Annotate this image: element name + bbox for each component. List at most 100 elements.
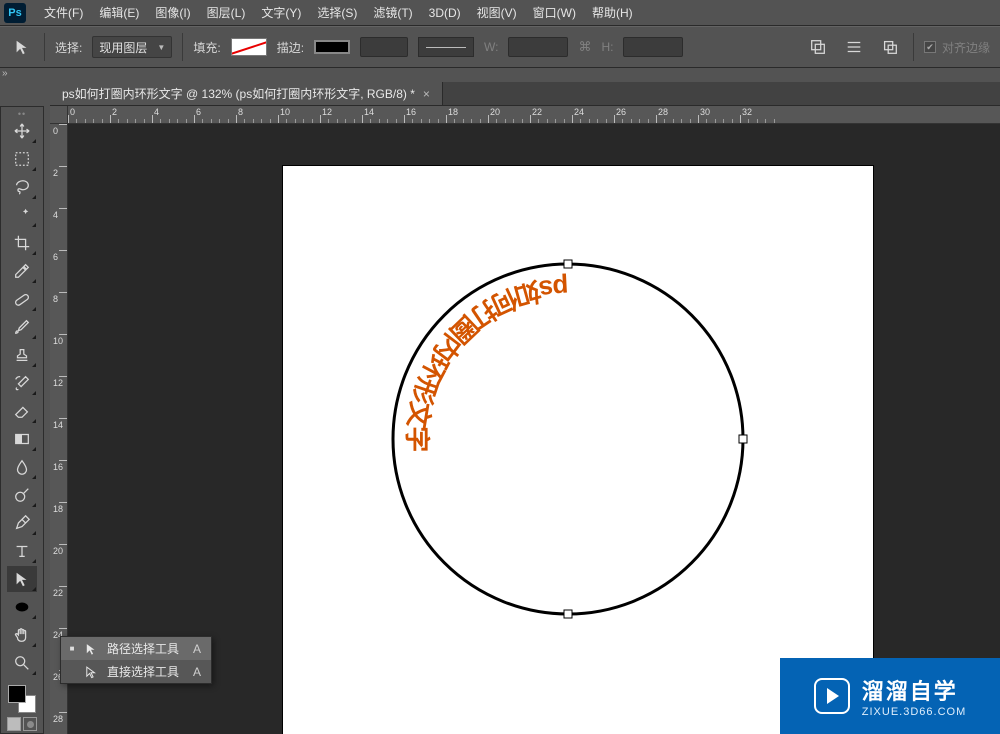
play-icon — [814, 678, 850, 714]
align-edges-label: 对齐边缘 — [942, 39, 990, 56]
height-input[interactable] — [623, 37, 683, 57]
menu-help[interactable]: 帮助(H) — [584, 1, 641, 24]
circle-path[interactable]: ps如何打圈内环形文字 — [368, 239, 768, 639]
select-scope-label: 选择: — [55, 39, 82, 56]
ellipse-icon — [13, 598, 31, 616]
standard-mode-icon[interactable] — [7, 717, 21, 731]
menu-3d[interactable]: 3D(D) — [421, 3, 469, 23]
tool-ellipse[interactable] — [7, 594, 37, 620]
tool-healing[interactable] — [7, 286, 37, 312]
path-arrangement-icon[interactable] — [877, 36, 903, 58]
stroke-width-input[interactable] — [360, 37, 408, 57]
stamp-icon — [13, 346, 31, 364]
menu-select[interactable]: 选择(S) — [309, 1, 365, 24]
quickmask-mode-icon[interactable] — [23, 717, 37, 731]
tool-path-selection[interactable] — [7, 566, 37, 592]
select-scope-dropdown[interactable]: 现用图层 ▼ — [92, 36, 172, 58]
width-input[interactable] — [508, 37, 568, 57]
tool-flyout: ■ 路径选择工具 A 直接选择工具 A — [60, 636, 212, 684]
divider — [44, 33, 45, 61]
path-operations-icon[interactable] — [805, 36, 831, 58]
tool-type[interactable] — [7, 538, 37, 564]
tool-eyedropper[interactable] — [7, 258, 37, 284]
text-on-path[interactable]: ps如何打圈内环形文字 — [402, 273, 569, 452]
foreground-swatch[interactable] — [8, 685, 26, 703]
move-icon — [13, 122, 31, 140]
tool-move[interactable] — [7, 118, 37, 144]
flyout-item-label: 直接选择工具 — [107, 663, 179, 680]
stroke-style-dropdown[interactable] — [418, 37, 474, 57]
toolbox-grabber[interactable]: •• — [1, 109, 43, 117]
flyout-item-direct-selection[interactable]: 直接选择工具 A — [61, 660, 211, 683]
anchor-bottom[interactable] — [564, 610, 572, 618]
ellipse-shape — [393, 264, 743, 614]
tool-history-brush[interactable] — [7, 370, 37, 396]
tool-zoom[interactable] — [7, 650, 37, 676]
brush-icon — [13, 318, 31, 336]
width-label: W: — [484, 40, 498, 54]
tool-magic-wand[interactable] — [7, 202, 37, 228]
fill-swatch-none[interactable] — [231, 38, 267, 56]
color-swatches[interactable] — [6, 683, 38, 713]
app-logo: Ps — [4, 3, 26, 23]
menu-view[interactable]: 视图(V) — [469, 1, 525, 24]
tool-dodge[interactable] — [7, 482, 37, 508]
document-tab[interactable]: ps如何打圈内环形文字 @ 132% (ps如何打圈内环形文字, RGB/8) … — [50, 82, 443, 105]
marquee-icon — [13, 150, 31, 168]
pen-icon — [13, 514, 31, 532]
eraser-icon — [13, 402, 31, 420]
ruler-origin[interactable] — [50, 106, 68, 124]
lasso-icon — [13, 178, 31, 196]
path-alignment-icon[interactable] — [841, 36, 867, 58]
anchor-right[interactable] — [739, 435, 747, 443]
tool-stamp[interactable] — [7, 342, 37, 368]
stroke-label: 描边: — [277, 39, 304, 56]
watermark-url: ZIXUE.3D66.COM — [862, 706, 966, 718]
quickmask-row — [7, 717, 37, 731]
magic-wand-icon — [13, 206, 31, 224]
flyout-item-path-selection[interactable]: ■ 路径选择工具 A — [61, 637, 211, 660]
menu-type[interactable]: 文字(Y) — [253, 1, 309, 24]
tool-lasso[interactable] — [7, 174, 37, 200]
toolbox: •• — [0, 106, 44, 734]
watermark: 溜溜自学 ZIXUE.3D66.COM — [780, 658, 1000, 734]
divider — [913, 33, 914, 61]
flyout-item-label: 路径选择工具 — [107, 640, 179, 657]
current-tool-icon[interactable] — [10, 35, 34, 59]
dock-expander-icon[interactable]: » — [2, 68, 14, 80]
tool-gradient[interactable] — [7, 426, 37, 452]
anchor-top[interactable] — [564, 260, 572, 268]
type-icon — [13, 542, 31, 560]
tool-brush[interactable] — [7, 314, 37, 340]
menu-edit[interactable]: 编辑(E) — [91, 1, 147, 24]
watermark-title: 溜溜自学 — [862, 674, 958, 706]
menu-filter[interactable]: 滤镜(T) — [365, 1, 420, 24]
history-brush-icon — [13, 374, 31, 392]
link-wh-icon[interactable]: ⌘ — [578, 39, 591, 55]
align-edges-checkbox[interactable]: ✔ — [924, 41, 936, 53]
tool-eraser[interactable] — [7, 398, 37, 424]
flyout-item-shortcut: A — [193, 665, 201, 679]
gradient-icon — [13, 430, 31, 448]
bandage-icon — [13, 290, 31, 308]
chevron-down-icon: ▼ — [157, 43, 165, 52]
tool-blur[interactable] — [7, 454, 37, 480]
close-tab-icon[interactable]: × — [423, 87, 430, 101]
zoom-icon — [13, 654, 31, 672]
tool-hand[interactable] — [7, 622, 37, 648]
eyedropper-icon — [13, 262, 31, 280]
document-tabstrip: ps如何打圈内环形文字 @ 132% (ps如何打圈内环形文字, RGB/8) … — [50, 82, 1000, 106]
menu-file[interactable]: 文件(F) — [36, 1, 91, 24]
stroke-swatch[interactable] — [314, 40, 350, 54]
menu-image[interactable]: 图像(I) — [147, 1, 198, 24]
align-edges-option[interactable]: ✔ 对齐边缘 — [924, 39, 990, 56]
menu-layer[interactable]: 图层(L) — [199, 1, 254, 24]
menu-window[interactable]: 窗口(W) — [525, 1, 584, 24]
tool-crop[interactable] — [7, 230, 37, 256]
document-tab-title: ps如何打圈内环形文字 @ 132% (ps如何打圈内环形文字, RGB/8) … — [62, 85, 415, 102]
flyout-item-shortcut: A — [193, 642, 201, 656]
tool-pen[interactable] — [7, 510, 37, 536]
height-label: H: — [601, 40, 613, 54]
tool-marquee[interactable] — [7, 146, 37, 172]
ruler-horizontal[interactable]: 02468101214161820222426283032 — [68, 106, 1000, 124]
